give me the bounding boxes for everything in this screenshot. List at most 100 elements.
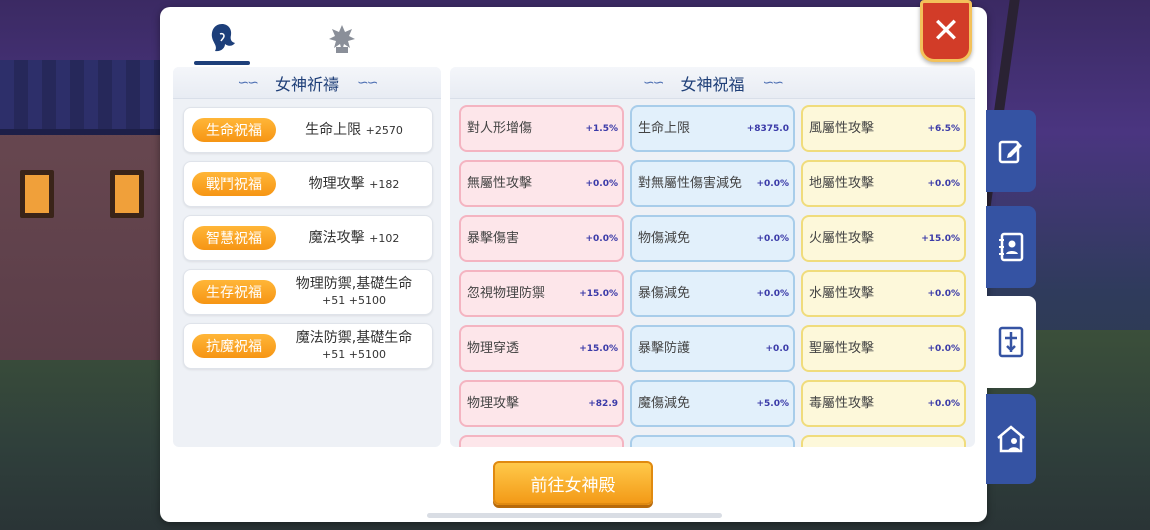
goddess-blessing-section: ∽∽ 女神祝福 ∽∽ 對人形增傷 +1.5% 生命上限 +8375.0 風屬性攻擊 +6.… [450, 67, 975, 447]
close-icon: ✕ [931, 11, 961, 51]
background-house [0, 60, 170, 360]
stat-name: 忽視物理防禦 [467, 286, 546, 301]
blessing-stat: 生命上限 [305, 121, 362, 138]
blessing-description: 物理攻擊 +182 [276, 176, 432, 193]
stat-name: 魔傷減免 [638, 396, 691, 411]
blessing-stat-cell-partial [630, 435, 795, 447]
blessing-card[interactable]: 生命祝福 生命上限 +2570 [183, 107, 433, 153]
stat-name: 毒屬性攻擊 [809, 396, 875, 411]
stat-name: 物理穿透 [467, 341, 520, 356]
blessing-stat-cell: 物理穿透 +15.0% [459, 325, 624, 372]
stat-name: 物理攻擊 [467, 396, 520, 411]
blessing-card[interactable]: 生存祝福 物理防禦,基礎生命 +51 +5100 [183, 269, 433, 315]
blessing-card[interactable]: 智慧祝福 魔法攻擊 +102 [183, 215, 433, 261]
stat-value: +0.0% [927, 343, 960, 354]
blessing-stat: 魔法攻擊 [308, 229, 365, 246]
stat-value: +5.0% [756, 398, 789, 409]
blessing-description: 物理防禦,基礎生命 +51 +5100 [276, 276, 432, 309]
stat-value: +8375.0 [746, 123, 789, 134]
blessing-stat-cell: 對人形增傷 +1.5% [459, 105, 624, 152]
stat-name: 暴擊防護 [638, 341, 691, 356]
stat-name: 聖屬性攻擊 [809, 341, 875, 356]
swirl-ornament-icon: ∽∽ [762, 74, 785, 91]
blessing-value: +51 +5100 [322, 293, 386, 307]
goddess-prayer-section: ∽∽ 女神祈禱 ∽∽ 生命祝福 生命上限 +2570 戰鬥祝福 物理攻擊 +182 智慧… [173, 67, 441, 447]
stat-name: 風屬性攻擊 [809, 121, 875, 136]
goddess-tablet-icon [998, 326, 1024, 358]
goto-goddess-temple-button[interactable]: 前往女神殿 [493, 461, 653, 505]
tab-crest[interactable] [312, 15, 372, 63]
blessing-stat-cell: 暴擊防護 +0.0 [630, 325, 795, 372]
blessing-stat: 物理攻擊 [308, 175, 365, 192]
blessing-stat-cell: 暴傷減免 +0.0% [630, 270, 795, 317]
blessing-stat-cell: 暴擊傷害 +0.0% [459, 215, 624, 262]
stat-value: +0.0% [756, 233, 789, 244]
goddess-hair-icon [211, 24, 235, 52]
stat-name: 無屬性攻擊 [467, 176, 533, 191]
guild-house-icon [997, 425, 1025, 453]
background-roof [0, 60, 160, 135]
blessing-description: 魔法攻擊 +102 [276, 230, 432, 247]
stat-name: 生命上限 [638, 121, 691, 136]
stat-value: +0.0 [765, 343, 789, 354]
stat-value: +1.5% [585, 123, 618, 134]
stat-name: 暴擊傷害 [467, 231, 520, 246]
side-nav-goddess[interactable] [986, 296, 1036, 388]
blessing-stat-cell: 忽視物理防禦 +15.0% [459, 270, 624, 317]
blessing-stat-cell-partial [801, 435, 966, 447]
section-header: ∽∽ 女神祝福 ∽∽ [450, 67, 975, 99]
blessing-stat-cell: 無屬性攻擊 +0.0% [459, 160, 624, 207]
blessing-stat-cell: 對無屬性傷害減免 +0.0% [630, 160, 795, 207]
stat-value: +6.5% [927, 123, 960, 134]
stat-name: 物傷減免 [638, 231, 691, 246]
stat-name: 對人形增傷 [467, 121, 533, 136]
blessing-description: 生命上限 +2570 [276, 122, 432, 139]
tab-goddess[interactable] [192, 15, 252, 65]
stat-value: +15.0% [579, 343, 618, 354]
close-button[interactable]: ✕ [920, 0, 972, 62]
side-nav-guild[interactable] [986, 394, 1036, 484]
stat-name: 水屬性攻擊 [809, 286, 875, 301]
blessing-label: 戰鬥祝福 [192, 172, 276, 196]
blessing-value: +102 [369, 231, 400, 245]
stat-value: +0.0% [585, 233, 618, 244]
blessing-stat-cell: 火屬性攻擊 +15.0% [801, 215, 966, 262]
stat-name: 對無屬性傷害減免 [638, 176, 743, 191]
blessing-list: 生命祝福 生命上限 +2570 戰鬥祝福 物理攻擊 +182 智慧祝福 魔法攻擊 +102… [173, 99, 441, 369]
stat-value: +0.0% [756, 178, 789, 189]
blessing-stat-cell: 水屬性攻擊 +0.0% [801, 270, 966, 317]
blessing-label: 生存祝福 [192, 280, 276, 304]
blessing-stat-cell: 物傷減免 +0.0% [630, 215, 795, 262]
stat-value: +0.0% [756, 288, 789, 299]
blessing-stat-cell: 地屬性攻擊 +0.0% [801, 160, 966, 207]
blessing-stat-cell: 風屬性攻擊 +6.5% [801, 105, 966, 152]
blessing-card[interactable]: 戰鬥祝福 物理攻擊 +182 [183, 161, 433, 207]
swirl-ornament-icon: ∽∽ [357, 74, 379, 91]
crest-icon [329, 25, 355, 53]
blessing-stat-cell: 毒屬性攻擊 +0.0% [801, 380, 966, 427]
contacts-book-icon [999, 232, 1024, 262]
stat-value: +15.0% [579, 288, 618, 299]
stat-value: +0.0% [927, 178, 960, 189]
blessing-value: +182 [369, 177, 400, 191]
background-window [20, 170, 54, 218]
blessing-stat-cell-partial [459, 435, 624, 447]
section-title: 女神祝福 [680, 74, 745, 94]
blessing-stat-cell: 物理攻擊 +82.9 [459, 380, 624, 427]
background-window [110, 170, 144, 218]
side-nav-contacts[interactable] [986, 206, 1036, 288]
stat-value: +15.0% [921, 233, 960, 244]
goddess-blessing-panel: ✕ ∽∽ 女神祈禱 ∽∽ 生命祝福 生命上限 +2570 戰鬥祝福 物理攻擊 +182… [160, 0, 987, 522]
blessing-label: 抗魔祝福 [192, 334, 276, 358]
blessing-label: 智慧祝福 [192, 226, 276, 250]
side-nav-edit[interactable] [986, 110, 1036, 192]
blessing-stat-cell: 生命上限 +8375.0 [630, 105, 795, 152]
blessing-description: 魔法防禦,基礎生命 +51 +5100 [276, 330, 432, 363]
blessing-stat-grid[interactable]: 對人形增傷 +1.5% 生命上限 +8375.0 風屬性攻擊 +6.5% 無屬性攻擊 +0.0… [459, 105, 969, 447]
horizontal-scrollbar[interactable] [427, 513, 722, 518]
stat-name: 地屬性攻擊 [809, 176, 875, 191]
stat-value: +82.9 [588, 398, 618, 409]
blessing-stat-cell: 聖屬性攻擊 +0.0% [801, 325, 966, 372]
edit-icon [998, 140, 1022, 164]
blessing-card[interactable]: 抗魔祝福 魔法防禦,基礎生命 +51 +5100 [183, 323, 433, 369]
